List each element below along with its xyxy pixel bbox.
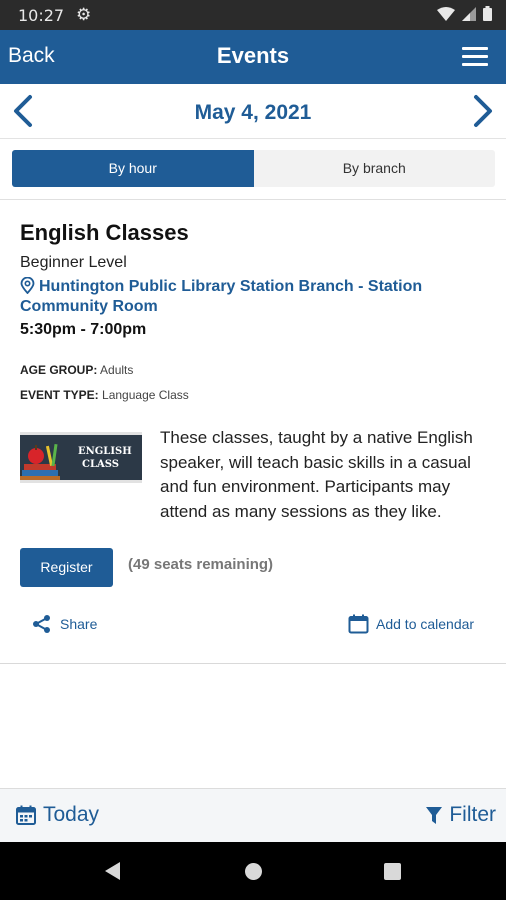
tab-by-hour[interactable]: By hour [12, 150, 254, 187]
age-group: AGE GROUP: Adults [20, 363, 133, 377]
nav-back-icon[interactable] [103, 861, 121, 881]
filter-label: Filter [449, 803, 496, 826]
system-nav-bar [0, 842, 506, 900]
menu-icon[interactable] [462, 47, 488, 67]
nav-home-icon[interactable] [244, 862, 263, 881]
event-subtitle: Beginner Level [20, 254, 127, 271]
event-type: EVENT TYPE: Language Class [20, 388, 189, 402]
status-time: 10:27 [18, 6, 65, 25]
nav-recents-icon[interactable] [384, 863, 401, 880]
filter-icon [426, 806, 443, 824]
register-button[interactable]: Register [20, 548, 113, 587]
today-label: Today [43, 803, 100, 826]
calendar-icon [16, 805, 36, 825]
add-to-calendar-button[interactable]: Add to calendar [348, 614, 474, 634]
event-description: These classes, taught by a native Englis… [160, 428, 473, 521]
event-type-label: EVENT TYPE: [20, 388, 99, 402]
wifi-icon [437, 6, 455, 21]
event-location: Huntington Public Library Station Branch… [20, 278, 423, 315]
age-group-value: Adults [100, 363, 134, 377]
app-bar: Back Events [0, 30, 506, 84]
share-button[interactable]: Share [32, 614, 97, 634]
event-thumbnail-art: ENGLISH CLASS [20, 432, 142, 483]
today-button[interactable]: Today [16, 803, 99, 827]
chevron-right-icon[interactable] [468, 94, 496, 128]
event-time: 5:30pm - 7:00pm [20, 321, 147, 338]
share-icon [33, 615, 50, 633]
filter-button[interactable]: Filter [426, 803, 496, 827]
current-date: May 4, 2021 [194, 101, 312, 124]
event-card: English Classes Beginner Level Huntingto… [0, 200, 506, 664]
event-title[interactable]: English Classes [20, 220, 189, 246]
event-type-value: Language Class [102, 388, 189, 402]
status-bar: 10:27 ⚙ [0, 0, 506, 30]
seats-remaining: (49 seats remaining) [128, 556, 274, 573]
bottom-bar: Today Filter [0, 788, 506, 843]
add-to-calendar-label: Add to calendar [376, 616, 475, 632]
settings-gear-icon: ⚙ [76, 5, 92, 24]
thumbnail-text-2: CLASS [82, 459, 119, 470]
event-thumbnail: ENGLISH CLASS [20, 432, 142, 483]
age-group-label: AGE GROUP: [20, 363, 98, 377]
page-title: Events [216, 43, 290, 68]
thumbnail-text-1: ENGLISH [78, 446, 132, 457]
battery-icon [483, 6, 492, 21]
signal-icon [462, 6, 476, 21]
event-location-link[interactable]: Huntington Public Library Station Branch… [20, 276, 460, 317]
tab-by-branch[interactable]: By branch [253, 150, 495, 187]
view-toggle: By hour By branch [12, 150, 495, 187]
share-label: Share [60, 616, 98, 632]
status-icons [437, 6, 492, 21]
location-pin-icon [20, 276, 35, 295]
date-navigator: May 4, 2021 [0, 84, 506, 139]
calendar-icon [348, 614, 369, 634]
